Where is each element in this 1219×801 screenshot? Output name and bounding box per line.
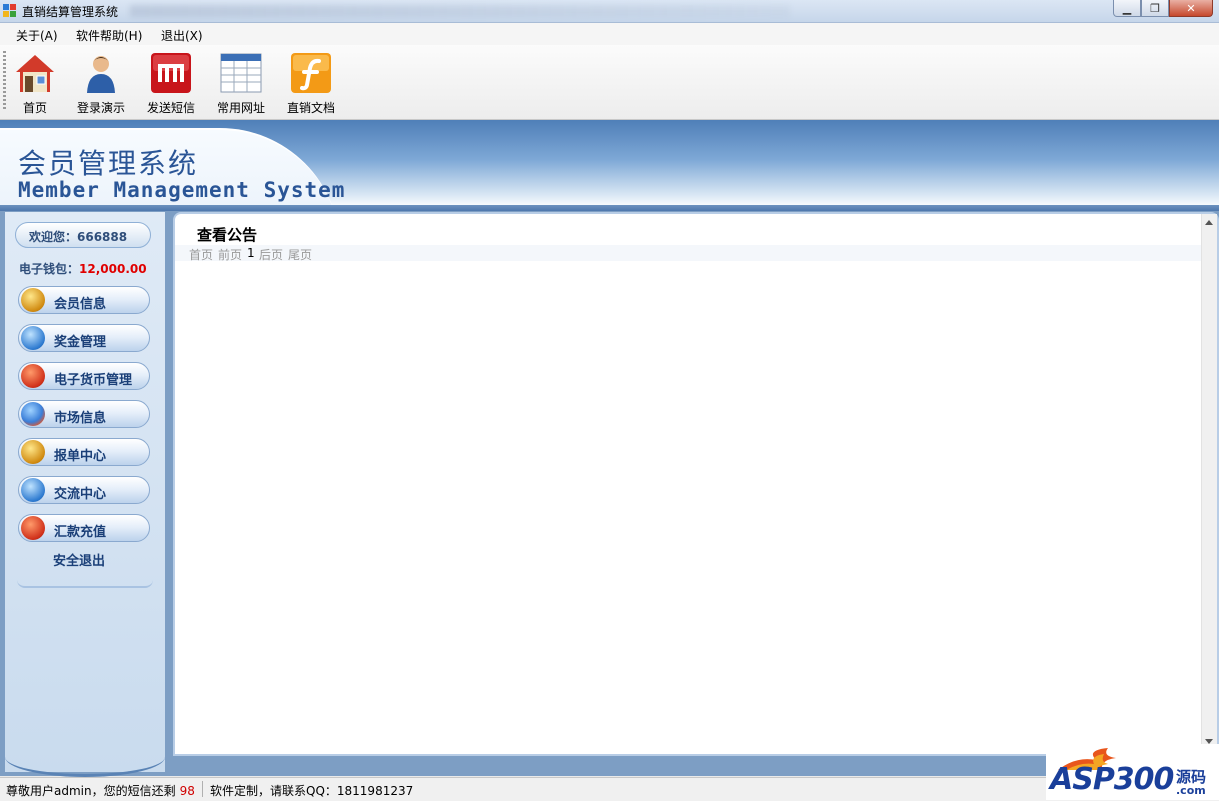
sidebar-item-label: 汇款充值	[54, 525, 107, 540]
banner-divider	[0, 205, 1219, 211]
logout-link[interactable]: 安全退出	[53, 550, 105, 569]
sidebar-item-bonus-management[interactable]: 奖金管理	[18, 324, 150, 352]
toolbar: 首页 登录演示 发送短信 常用网址 直销文档	[0, 45, 1219, 120]
scroll-up-icon[interactable]	[1205, 220, 1213, 225]
message-icon	[151, 53, 191, 93]
toolbar-home-button[interactable]: 首页	[3, 50, 67, 115]
sidebar-item-label: 交流中心	[54, 487, 107, 502]
toolbar-send-sms-button[interactable]: 发送短信	[139, 50, 203, 115]
menu-help[interactable]: 软件帮助(H)	[76, 27, 142, 44]
asp300-watermark-logo: ASP300 源码 .com	[1046, 744, 1219, 800]
main-area: 会员管理系统 Member Management System 欢迎您：6668…	[0, 120, 1219, 777]
close-button[interactable]: ✕	[1169, 0, 1213, 17]
table-icon	[220, 53, 262, 93]
watermark-brand: ASP300	[1050, 762, 1174, 797]
sidebar: 欢迎您：666888 电子钱包：12,000.00 会员信息 奖金管理 电子货币…	[5, 212, 165, 772]
welcome-badge: 欢迎您：666888	[15, 222, 151, 248]
toolbar-label: 发送短信	[146, 101, 195, 115]
toolbar-common-urls-button[interactable]: 常用网址	[209, 50, 273, 115]
pager-current: 1	[247, 246, 255, 260]
banner-title-en: Member Management System	[18, 178, 346, 202]
wallet-label: 电子钱包：	[19, 262, 80, 276]
pager-prev[interactable]: 前页	[218, 246, 242, 263]
sidebar-item-order-center[interactable]: 报单中心	[18, 438, 150, 466]
toolbar-demo-login-button[interactable]: 登录演示	[69, 50, 133, 115]
sidebar-item-e-currency[interactable]: 电子货币管理	[18, 362, 150, 390]
sms-status-text: 尊敬用户admin，您的短信还剩	[6, 784, 176, 798]
pager-first[interactable]: 首页	[189, 246, 213, 263]
status-separator	[202, 781, 203, 797]
pager-last[interactable]: 尾页	[288, 246, 312, 263]
header-banner: 会员管理系统 Member Management System	[0, 120, 1219, 208]
flash-document-icon	[291, 53, 331, 93]
maximize-button[interactable]: ❐	[1141, 0, 1169, 17]
sidebar-footer-curve	[5, 750, 165, 777]
sms-status: 尊敬用户admin，您的短信还剩 98	[6, 782, 195, 799]
window-title: 直销结算管理系统	[22, 5, 119, 19]
wallet-amount: 12,000.00	[79, 262, 147, 276]
menu-about[interactable]: 关于(A)	[16, 27, 58, 44]
menu-bar: 关于(A) 软件帮助(H) 退出(X)	[0, 23, 1219, 45]
vertical-scrollbar[interactable]	[1201, 214, 1217, 750]
status-bar: 尊敬用户admin，您的短信还剩 98 软件定制，请联系QQ：1811981237	[0, 777, 1219, 801]
toolbar-docs-button[interactable]: 直销文档	[279, 50, 343, 115]
sidebar-item-market-info[interactable]: 市场信息	[18, 400, 150, 428]
content-panel: 查看公告 首页 前页 1 后页 尾页	[173, 212, 1219, 756]
sidebar-item-member-info[interactable]: 会员信息	[18, 286, 150, 314]
app-icon[interactable]	[3, 4, 17, 18]
wallet-balance: 电子钱包：12,000.00	[19, 260, 147, 277]
user-icon	[87, 56, 115, 93]
sidebar-item-label: 报单中心	[54, 449, 107, 464]
toolbar-label: 首页	[22, 101, 47, 115]
banner-title-cn: 会员管理系统	[18, 147, 199, 180]
runner-icon	[21, 516, 45, 540]
ie-icon	[21, 478, 45, 502]
sidebar-item-remittance-recharge[interactable]: 汇款充值	[18, 514, 150, 542]
sidebar-divider	[17, 580, 153, 588]
page-title: 查看公告	[197, 226, 258, 244]
sms-count: 98	[179, 784, 195, 798]
runner-icon	[21, 364, 45, 388]
sidebar-item-label: 电子货币管理	[54, 373, 133, 388]
ie-icon	[21, 326, 45, 350]
sidebar-item-label: 会员信息	[54, 297, 107, 312]
title-bar: 直销结算管理系统 ▁ ❐ ✕	[0, 0, 1219, 23]
pager: 首页 前页 1 后页 尾页	[175, 245, 1202, 263]
toolbar-label: 常用网址	[216, 101, 265, 115]
sidebar-item-label: 奖金管理	[54, 335, 107, 350]
minimize-button[interactable]: ▁	[1113, 0, 1141, 17]
globe-stripes-icon	[21, 288, 45, 312]
blurred-title-strip	[130, 5, 790, 17]
windows-globe-icon	[21, 402, 45, 426]
toolbar-label: 直销文档	[286, 101, 335, 115]
contact-status: 软件定制，请联系QQ：1811981237	[210, 784, 414, 798]
window-controls: ▁ ❐ ✕	[1113, 0, 1213, 18]
sidebar-item-label: 市场信息	[54, 411, 107, 426]
toolbar-label: 登录演示	[76, 101, 125, 115]
pager-next[interactable]: 后页	[259, 246, 283, 263]
menu-exit[interactable]: 退出(X)	[161, 27, 203, 44]
sidebar-item-exchange-center[interactable]: 交流中心	[18, 476, 150, 504]
watermark-domain: .com	[1176, 784, 1206, 797]
globe-stripes-icon	[21, 440, 45, 464]
house-icon	[16, 55, 54, 92]
